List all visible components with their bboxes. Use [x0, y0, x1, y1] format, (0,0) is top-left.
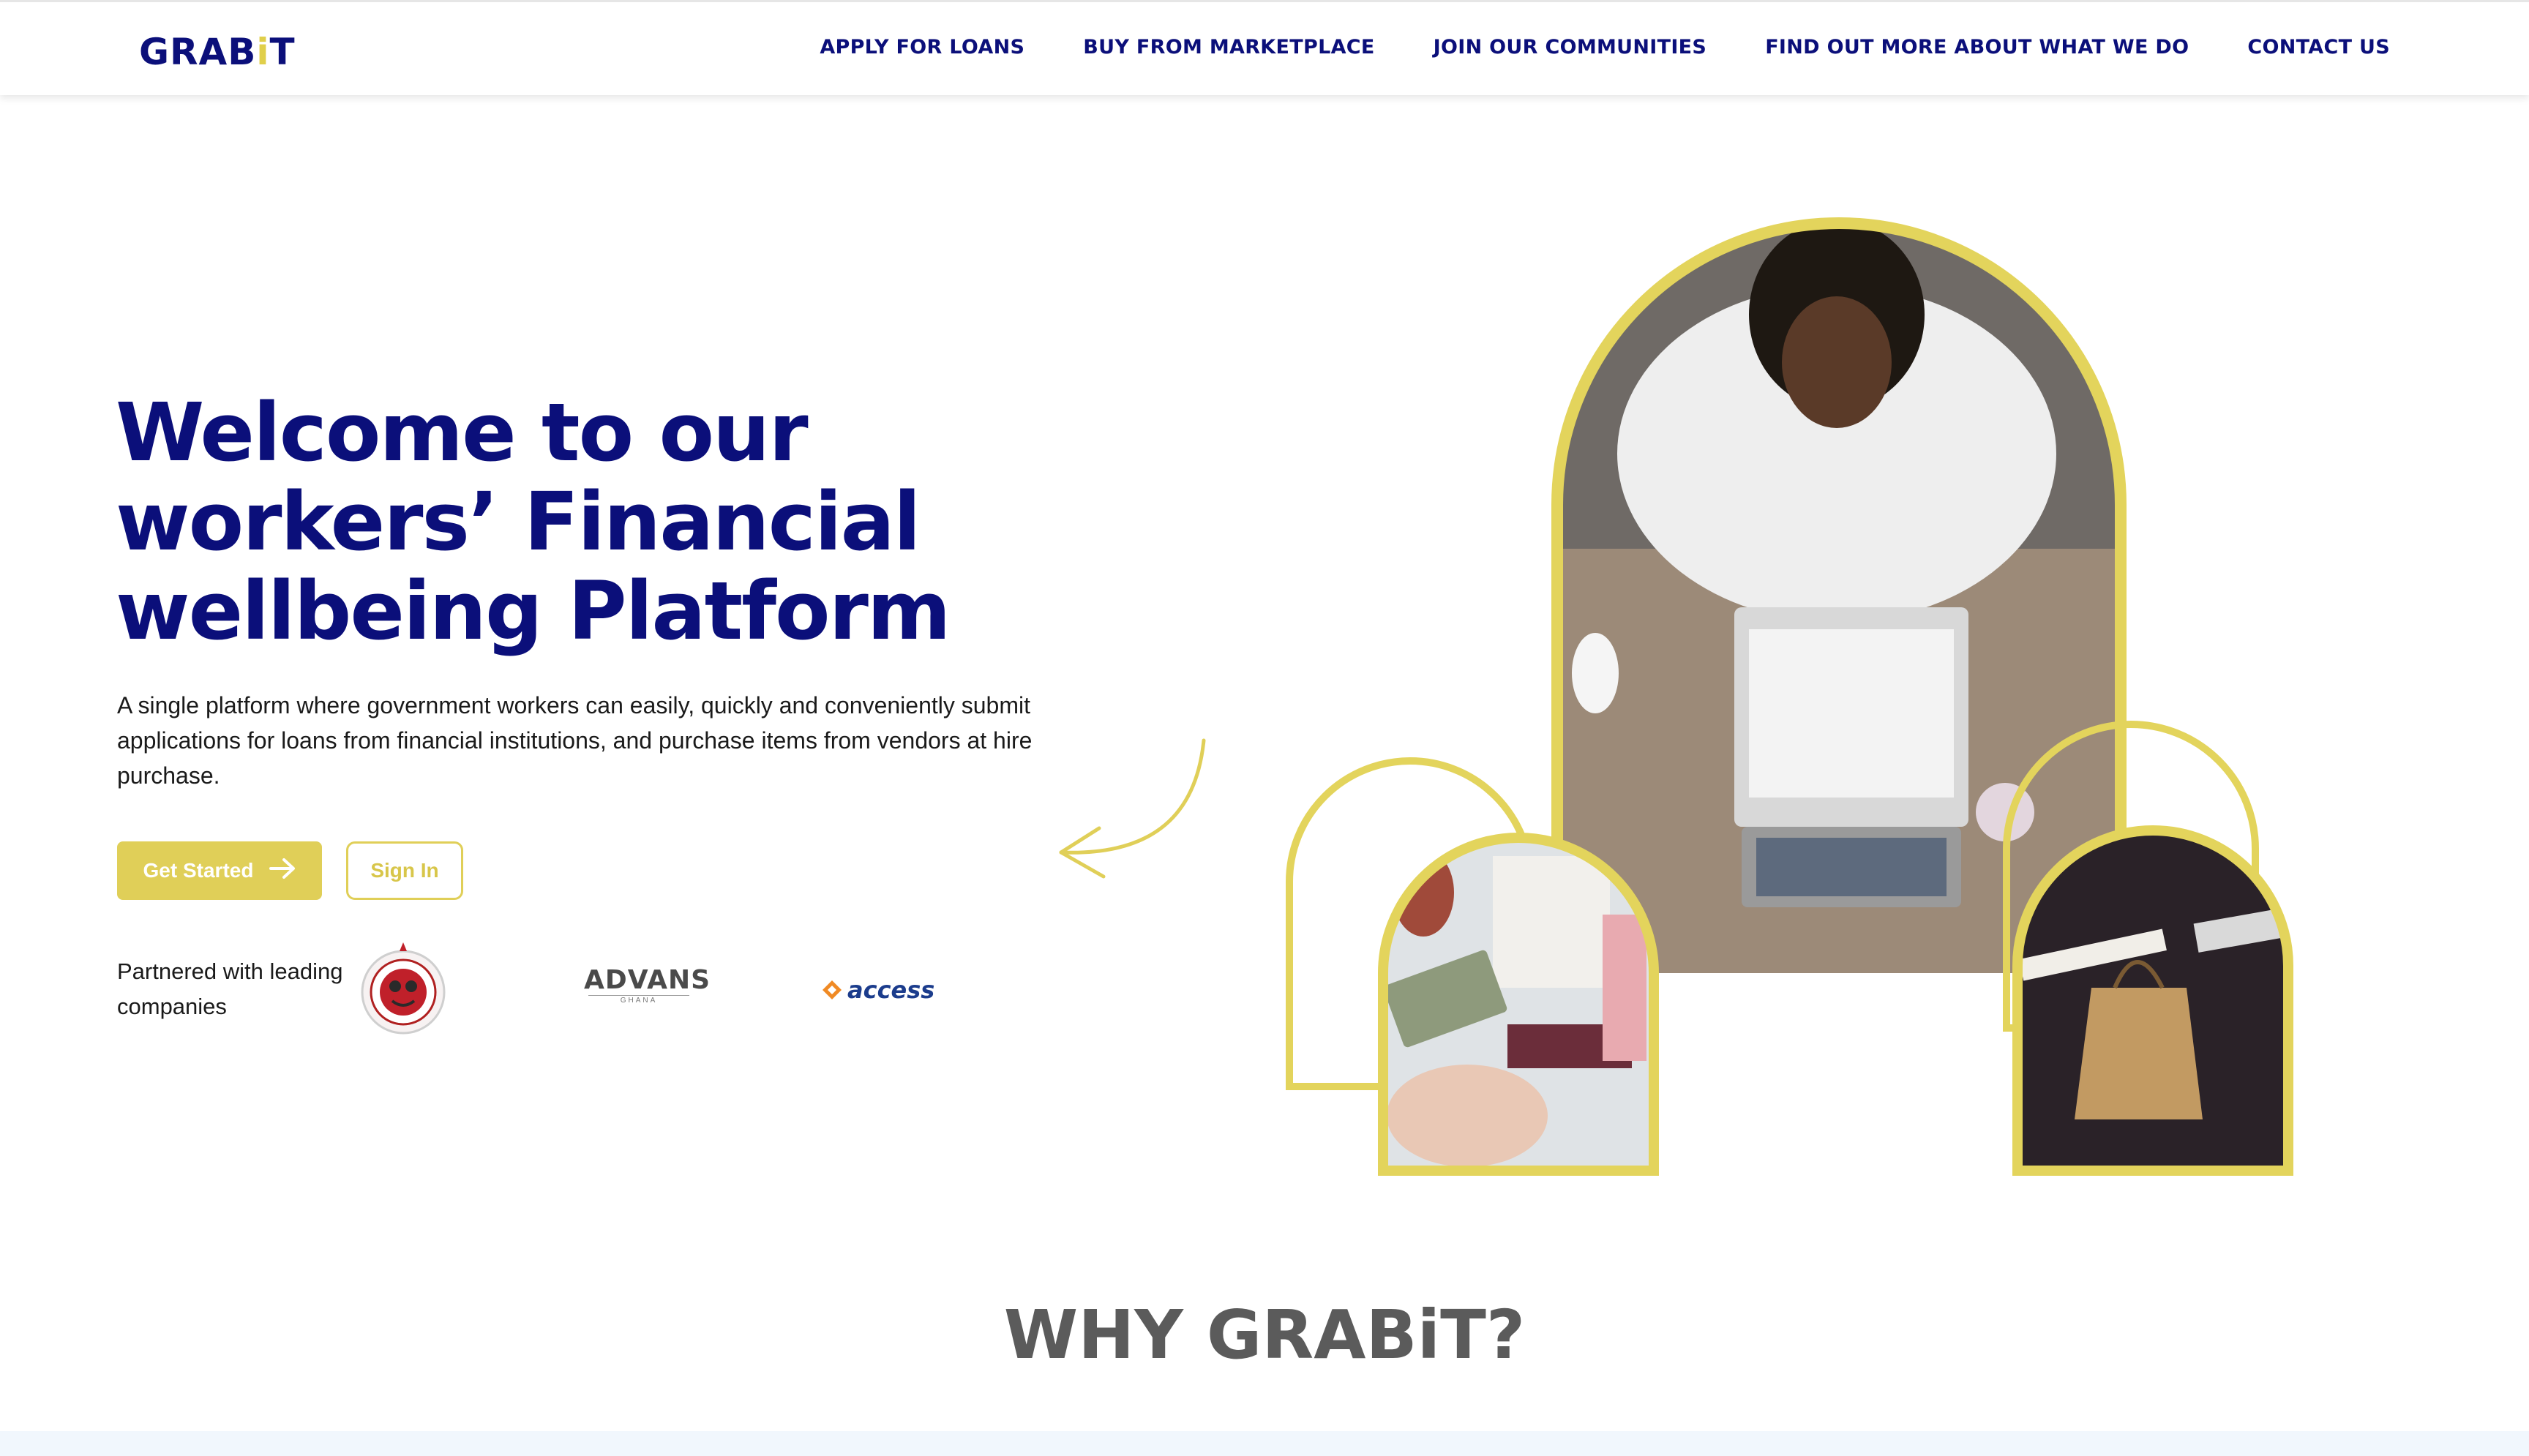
partner-seal-logo — [360, 941, 446, 1036]
nav-contact-us[interactable]: CONTACT US — [2247, 36, 2390, 59]
logo-text-prefix: GRAB — [139, 31, 257, 73]
nav-apply-for-loans[interactable]: APPLY FOR LOANS — [820, 36, 1024, 59]
partner-access-logo: access — [821, 972, 934, 1008]
grabit-logo[interactable]: GRABiT — [139, 30, 296, 74]
get-started-label: Get Started — [143, 859, 254, 882]
access-name: access — [847, 976, 935, 1004]
get-started-button[interactable]: Get Started — [117, 841, 322, 900]
sign-in-button[interactable]: Sign In — [346, 841, 463, 900]
hero-description: A single platform where government worke… — [117, 692, 1033, 789]
advans-name: ADVANS — [584, 965, 711, 995]
why-grabit-heading: WHY GRABiT? — [1003, 1296, 1526, 1374]
nav-find-out-more[interactable]: FIND OUT MORE ABOUT WHAT WE DO — [1765, 36, 2189, 59]
nav-buy-from-marketplace[interactable]: BUY FROM MARKETPLACE — [1083, 36, 1374, 59]
hero-title: Welcome to our workers’ Financial wellbe… — [116, 386, 951, 658]
hero-image-collage — [1286, 217, 2293, 1176]
main-nav: APPLY FOR LOANS BUY FROM MARKETPLACE JOI… — [820, 36, 2390, 59]
next-section-band — [0, 1431, 2529, 1456]
advans-sub: GHANA — [588, 995, 689, 1006]
top-navigation-bar: GRABiT APPLY FOR LOANS BUY FROM MARKETPL… — [0, 0, 2529, 95]
arrow-right-icon — [269, 857, 296, 885]
partner-advans-logo: ADVANS GHANA — [584, 965, 711, 1010]
partners-label: Partnered with leading companies — [117, 958, 343, 1019]
access-diamond-icon — [823, 980, 842, 999]
main-arch-photo — [1557, 223, 2121, 973]
curved-arrow-icon — [1059, 738, 1206, 879]
logo-text-i: i — [256, 31, 270, 73]
nav-join-our-communities[interactable]: JOIN OUR COMMUNITIES — [1434, 36, 1707, 59]
logo-text-suffix: T — [269, 31, 296, 73]
